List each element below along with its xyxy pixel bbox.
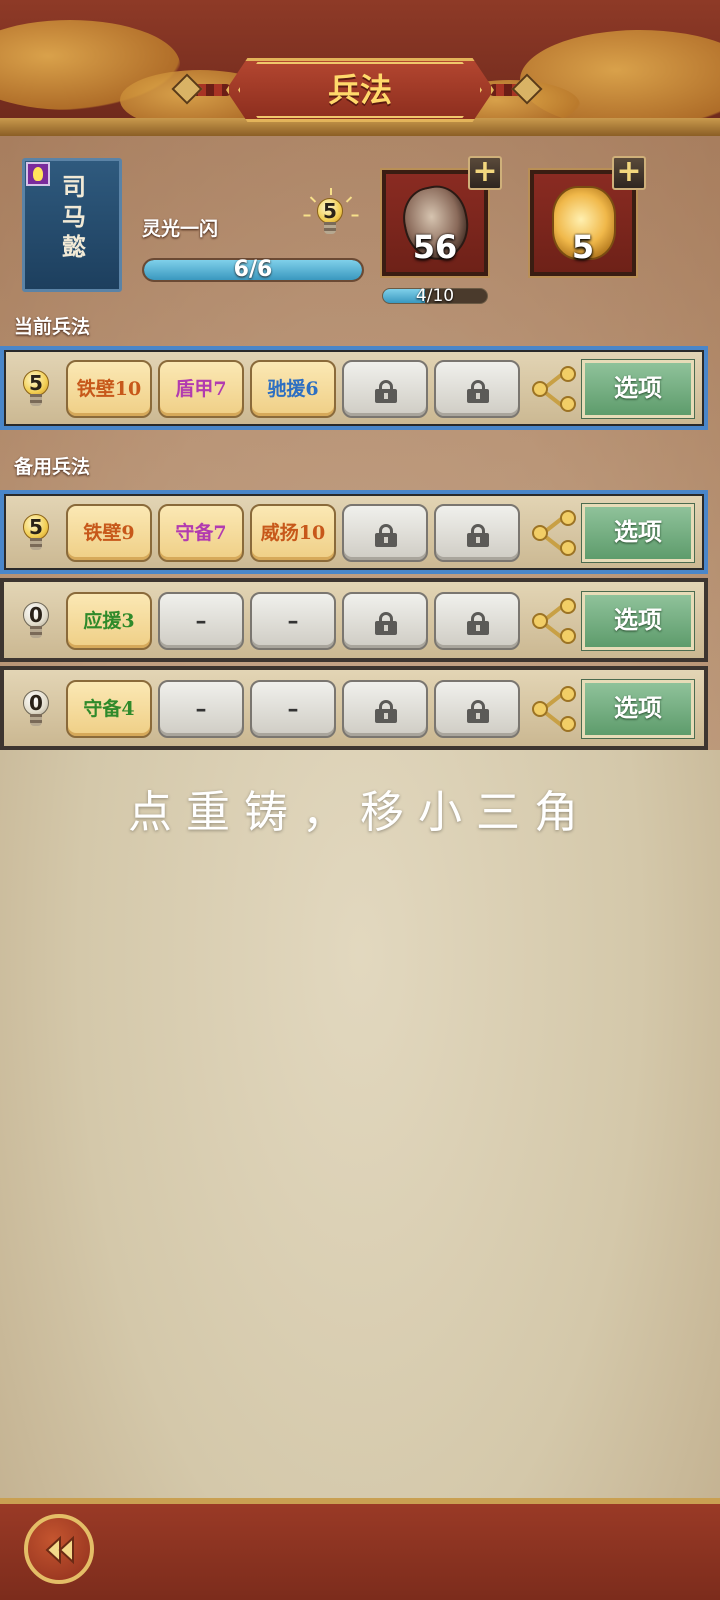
lightbulb-icon: 0 — [22, 690, 50, 728]
skill-level: 5 — [323, 199, 337, 223]
options-button[interactable]: 选项 — [581, 359, 695, 419]
lock-icon — [375, 700, 397, 723]
options-button[interactable]: 选项 — [581, 503, 695, 563]
gold-token-count: 5 — [571, 228, 595, 266]
plus-icon[interactable]: + — [468, 156, 502, 190]
lightbulb-icon: 5 — [22, 370, 50, 408]
tactic-skill-tag[interactable]: 盾甲7 — [158, 360, 244, 418]
locked-slot[interactable] — [342, 680, 428, 738]
tactic-row[interactable]: 0 守备4– – 选项 — [0, 666, 708, 750]
skill-progress-text: 6/6 — [233, 257, 273, 282]
current-section-label: 当前兵法 — [14, 316, 91, 338]
lightbulb-icon: 5 — [22, 514, 50, 552]
caption-text: 点重铸，移小三角 — [128, 787, 592, 838]
page-title: 兵法 — [327, 71, 392, 109]
tactic-level: 0 — [29, 603, 43, 627]
locked-slot[interactable] — [434, 592, 520, 650]
tactic-row[interactable]: 0 应援3– – 选项 — [0, 578, 708, 662]
tactic-skill-tag[interactable]: 威扬10 — [250, 504, 336, 562]
lock-icon — [467, 524, 489, 547]
options-button[interactable]: 选项 — [581, 591, 695, 651]
hero-name: 司马懿 — [62, 172, 86, 261]
share-icon[interactable] — [532, 510, 578, 556]
tactic-skill-tag[interactable]: 守备7 — [158, 504, 244, 562]
tactic-row[interactable]: 5 铁壁9 守备7 威扬10 选项 — [0, 490, 708, 574]
back-arrow-icon — [45, 1535, 74, 1565]
lock-icon — [467, 700, 489, 723]
shell-item-count: 56 — [412, 228, 458, 266]
skill-name: 灵光一闪 — [142, 218, 219, 240]
empty-slot[interactable]: – — [250, 680, 336, 738]
empty-slot[interactable]: – — [158, 680, 244, 738]
plus-icon[interactable]: + — [612, 156, 646, 190]
tactic-skill-tag[interactable]: 应援3 — [66, 592, 152, 650]
share-icon[interactable] — [532, 686, 578, 732]
locked-slot[interactable] — [434, 360, 520, 418]
share-icon[interactable] — [532, 598, 578, 644]
locked-slot[interactable] — [342, 592, 428, 650]
lock-icon — [375, 380, 397, 403]
lightbulb-icon: 0 — [22, 602, 50, 640]
locked-slot[interactable] — [434, 504, 520, 562]
lock-icon — [467, 380, 489, 403]
tactic-level: 5 — [29, 515, 43, 539]
lock-icon — [375, 612, 397, 635]
locked-slot[interactable] — [434, 680, 520, 738]
backup-section-label: 备用兵法 — [14, 456, 91, 478]
empty-slot[interactable]: – — [250, 592, 336, 650]
lock-icon — [467, 612, 489, 635]
back-button[interactable] — [24, 1514, 94, 1584]
tactic-skill-tag[interactable]: 守备4 — [66, 680, 152, 738]
tactic-skill-tag[interactable]: 铁壁9 — [66, 504, 152, 562]
tactic-level: 0 — [29, 691, 43, 715]
options-button[interactable]: 选项 — [581, 679, 695, 739]
lightbulb-icon: 5 — [316, 198, 344, 236]
lock-icon — [375, 524, 397, 547]
quality-badge-icon — [26, 162, 50, 186]
footer-bar — [0, 1498, 720, 1600]
shell-progress-text: 4/10 — [415, 286, 455, 306]
locked-slot[interactable] — [342, 360, 428, 418]
empty-slot[interactable]: – — [158, 592, 244, 650]
locked-slot[interactable] — [342, 504, 428, 562]
tactic-row[interactable]: 5 铁壁10 盾甲7 驰援6 选项 — [0, 346, 708, 430]
tactic-skill-tag[interactable]: 驰援6 — [250, 360, 336, 418]
tactic-skill-tag[interactable]: 铁壁10 — [66, 360, 152, 418]
share-icon[interactable] — [532, 366, 578, 412]
tactic-level: 5 — [29, 371, 43, 395]
